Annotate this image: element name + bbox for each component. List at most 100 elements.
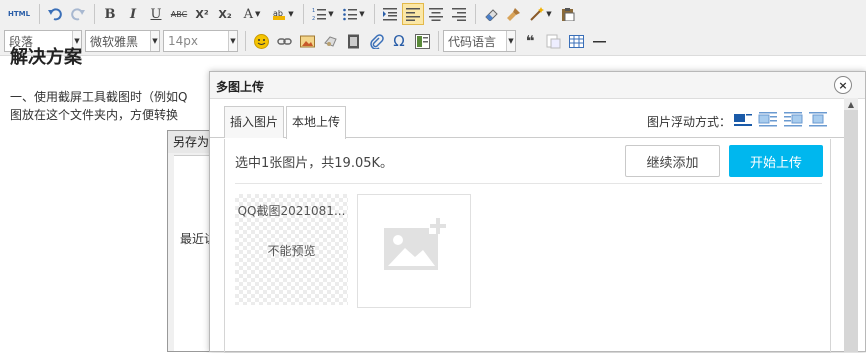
paste-icon — [562, 8, 575, 21]
emoji-button[interactable] — [250, 30, 272, 52]
template-button[interactable] — [411, 30, 433, 52]
chevron-down-icon: ▼ — [359, 10, 365, 18]
emoji-icon — [253, 33, 269, 49]
undo-button[interactable] — [44, 3, 66, 25]
image-icon — [299, 35, 315, 47]
separator — [475, 4, 476, 24]
underline-icon: U — [150, 6, 162, 22]
link-icon — [276, 37, 292, 45]
upload-panel: 选中1张图片，共19.05K。 继续添加 开始上传 QQ截图2021081...… — [224, 139, 831, 353]
font-family-select-value: 微软雅黑 — [90, 34, 139, 49]
scroll-up-arrow-icon[interactable]: ▲ — [844, 98, 858, 110]
attachment-button[interactable] — [365, 30, 387, 52]
align-right-icon — [452, 8, 466, 21]
html-icon: HTML — [7, 10, 31, 18]
unordered-list-icon — [343, 8, 358, 21]
tab-local-upload[interactable]: 本地上传 — [286, 106, 347, 139]
upload-status-text: 选中1张图片，共19.05K。 — [235, 156, 394, 171]
separator — [374, 4, 375, 24]
quote-icon: ❝ — [525, 32, 535, 50]
strikethrough-button[interactable]: ABC — [168, 3, 190, 25]
align-right-button[interactable] — [448, 3, 470, 25]
separator — [438, 31, 439, 51]
float-right-icon[interactable] — [783, 110, 803, 128]
code-language-select[interactable]: 代码语言 ▼ — [443, 30, 516, 52]
format-brush-button[interactable] — [503, 3, 525, 25]
superscript-button[interactable]: X² — [191, 3, 213, 25]
svg-text:ab: ab — [273, 9, 283, 18]
page-break-button[interactable] — [542, 30, 564, 52]
document-line-1: 一、使用截屏工具截图时（例如Q — [10, 90, 188, 104]
continue-add-button[interactable]: 继续添加 — [625, 145, 720, 177]
video-icon — [347, 34, 359, 48]
music-button[interactable] — [319, 30, 341, 52]
italic-button[interactable]: I — [122, 3, 144, 25]
chevron-down-icon: ▼ — [255, 10, 261, 18]
file-thumbnail[interactable]: QQ截图2021081... 不能预览 — [235, 194, 348, 305]
float-center-icon[interactable] — [808, 110, 828, 128]
font-color-button[interactable]: A ▼ — [237, 3, 267, 25]
align-center-icon — [429, 8, 443, 21]
table-icon — [568, 34, 584, 48]
font-color-icon: A — [243, 6, 253, 22]
image-float-label: 图片浮动方式： — [647, 115, 732, 129]
background-color-button[interactable]: ab ▼ — [268, 3, 298, 25]
no-preview-label: 不能预览 — [267, 244, 316, 258]
attachment-icon — [369, 33, 384, 49]
add-image-box[interactable] — [357, 194, 471, 308]
document-heading: 解决方案 — [10, 47, 82, 68]
format-brush-icon — [507, 8, 520, 21]
start-upload-button[interactable]: 开始上传 — [729, 145, 823, 177]
html-button[interactable]: HTML — [4, 3, 34, 25]
font-family-select[interactable]: 微软雅黑 ▼ — [85, 30, 160, 52]
float-none-icon[interactable] — [733, 110, 753, 128]
separator — [245, 31, 246, 51]
omega-icon: Ω — [393, 32, 405, 50]
chevron-down-icon: ▼ — [506, 31, 515, 51]
separator — [94, 4, 95, 24]
horizontal-rule-button[interactable] — [588, 30, 610, 52]
table-button[interactable] — [565, 30, 587, 52]
chevron-down-icon: ▼ — [328, 10, 334, 18]
close-icon: × — [838, 78, 848, 92]
horizontal-rule-icon — [592, 40, 606, 42]
float-left-icon[interactable] — [758, 110, 778, 128]
font-size-select[interactable]: 14px ▼ — [163, 30, 238, 52]
special-char-button[interactable]: Ω — [388, 30, 410, 52]
eraser-button[interactable] — [480, 3, 502, 25]
svg-text:2: 2 — [312, 16, 315, 21]
bold-button[interactable]: B — [99, 3, 121, 25]
page-scrollbar[interactable] — [844, 100, 858, 352]
ordered-list-icon: 12 — [312, 8, 327, 21]
video-button[interactable] — [342, 30, 364, 52]
redo-button[interactable] — [67, 3, 89, 25]
page-break-icon — [546, 34, 560, 48]
chevron-down-icon: ▼ — [546, 10, 552, 18]
subscript-button[interactable]: X₂ — [214, 3, 236, 25]
link-button[interactable] — [273, 30, 295, 52]
ordered-list-button[interactable]: 1 2 ▼ — [308, 3, 338, 25]
close-button[interactable]: × — [834, 76, 852, 94]
magic-wand-icon — [530, 7, 545, 21]
editor-toolbar: HTML B I U ABC X² X₂ A ▼ ab ▼ 1 2 ▼ ▼ ▼ 段落 ▼ … — [0, 0, 866, 56]
tab-insert-image[interactable]: 插入图片 — [224, 106, 285, 138]
underline-button[interactable]: U — [145, 3, 167, 25]
align-center-button[interactable] — [425, 3, 447, 25]
paste-button[interactable] — [557, 3, 579, 25]
image-button[interactable] — [296, 30, 318, 52]
unordered-list-button[interactable]: ▼ — [339, 3, 369, 25]
quote-button[interactable]: ❝ — [519, 30, 541, 52]
align-left-button[interactable] — [402, 3, 424, 25]
dialog-title: 多图上传 — [216, 80, 265, 94]
dialog-header: 多图上传 × — [210, 72, 865, 99]
music-icon — [323, 35, 337, 47]
font-size-select-value: 14px — [168, 34, 198, 48]
magic-wand-button[interactable]: ▼ — [526, 3, 556, 25]
indent-button[interactable] — [379, 3, 401, 25]
toolbar-row-1: HTML B I U ABC X² X₂ A ▼ ab ▼ 1 2 ▼ ▼ ▼ — [0, 0, 866, 28]
eraser-icon — [485, 9, 498, 21]
indent-icon — [383, 8, 397, 21]
template-icon — [414, 33, 430, 49]
bold-icon: B — [104, 6, 116, 22]
divider — [235, 183, 822, 184]
